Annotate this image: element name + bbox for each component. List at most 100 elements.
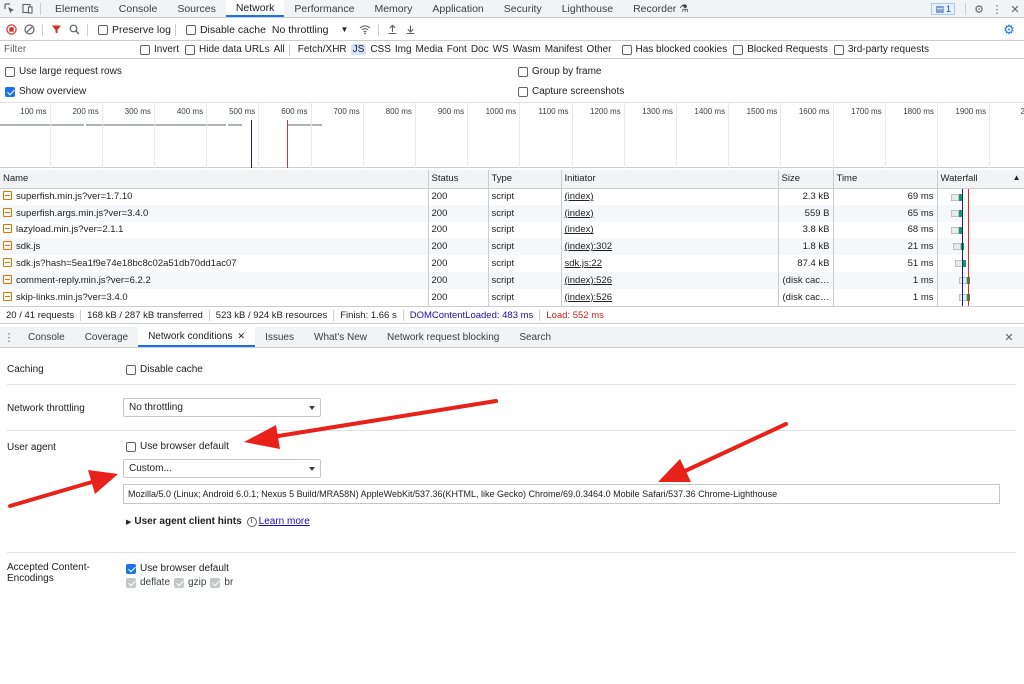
- invert-checkbox[interactable]: Invert: [140, 44, 179, 55]
- encodings-browser-default-checkbox[interactable]: Use browser default: [126, 563, 229, 574]
- table-row[interactable]: skip-links.min.js?ver=3.4.0 200 script (ind…: [0, 288, 1024, 306]
- ua-client-hints-row[interactable]: ▶ User agent client hints i Learn more: [126, 516, 310, 527]
- filter-type-wasm[interactable]: Wasm: [513, 44, 541, 55]
- column-header-waterfall[interactable]: Waterfall ▲: [937, 170, 1024, 189]
- record-stop-icon[interactable]: [2, 21, 20, 39]
- initiator-link[interactable]: (index): [565, 208, 594, 219]
- show-overview-box[interactable]: [5, 86, 15, 97]
- network-throttling-select[interactable]: No throttling: [123, 398, 321, 417]
- ua-browser-default-checkbox[interactable]: Use browser default: [126, 441, 229, 452]
- tab-network[interactable]: Network: [225, 0, 285, 17]
- table-row[interactable]: sdk.js?hash=5ea1f9e74e18bc8c02a51db70dd1…: [0, 255, 1024, 272]
- close-tab-icon[interactable]: ✕: [238, 331, 246, 342]
- table-row[interactable]: superfish.args.min.js?ver=3.4.0 200 script…: [0, 204, 1024, 222]
- column-header-size[interactable]: Size: [778, 170, 834, 189]
- filter-type-media[interactable]: Media: [416, 44, 443, 55]
- filter-funnel-icon[interactable]: [47, 21, 65, 39]
- import-har-icon[interactable]: [383, 21, 401, 39]
- timeline-overview[interactable]: 100 ms 200 ms 300 ms 400 ms 500 ms 600 ms 700 …: [0, 102, 1024, 169]
- ua-browser-default-box[interactable]: [126, 441, 136, 452]
- filter-type-ws[interactable]: WS: [493, 44, 509, 55]
- user-agent-input[interactable]: Mozilla/5.0 (Linux; Android 6.0.1; Nexus…: [123, 484, 1000, 504]
- filter-type-manifest[interactable]: Manifest: [545, 44, 583, 55]
- request-name[interactable]: superfish.args.min.js?ver=3.4.0: [0, 204, 429, 222]
- request-initiator[interactable]: (index): [561, 221, 779, 239]
- initiator-link[interactable]: (index):526: [565, 292, 613, 303]
- filter-type-doc[interactable]: Doc: [471, 44, 489, 55]
- blocked-cookies-box[interactable]: [621, 44, 632, 55]
- request-name[interactable]: sdk.js?hash=5ea1f9e74e18bc8c02a51db70dd1…: [0, 255, 429, 272]
- filter-type-other[interactable]: Other: [586, 44, 611, 55]
- tab-console[interactable]: Console: [109, 0, 168, 17]
- nc-disable-cache-box[interactable]: [126, 364, 136, 375]
- drawer-tab-coverage[interactable]: Coverage: [75, 327, 138, 347]
- tab-sources[interactable]: Sources: [167, 0, 226, 17]
- initiator-link[interactable]: (index):526: [565, 275, 613, 286]
- gzip-box[interactable]: [174, 577, 185, 588]
- close-drawer-icon[interactable]: ✕: [1000, 328, 1018, 346]
- initiator-link[interactable]: (index): [565, 224, 594, 235]
- capture-screenshots-box[interactable]: [518, 86, 528, 97]
- request-initiator[interactable]: (index): [561, 204, 779, 222]
- column-header-status[interactable]: Status: [428, 170, 489, 189]
- user-agent-select[interactable]: Custom...: [123, 459, 321, 478]
- drawer-tab-request-blocking[interactable]: Network request blocking: [377, 327, 509, 347]
- request-name[interactable]: skip-links.min.js?ver=3.4.0: [0, 288, 429, 306]
- tab-recorder[interactable]: Recorder ⚗: [623, 0, 699, 17]
- drawer-tab-issues[interactable]: Issues: [255, 327, 304, 347]
- hide-data-urls-box[interactable]: [185, 44, 196, 55]
- tab-application[interactable]: Application: [422, 0, 493, 17]
- disable-cache-box[interactable]: [185, 24, 196, 35]
- drawer-tab-console[interactable]: Console: [18, 327, 75, 347]
- request-name[interactable]: sdk.js: [0, 238, 429, 256]
- filter-type-js[interactable]: JS: [350, 44, 367, 55]
- learn-more-link[interactable]: Learn more: [259, 516, 310, 527]
- third-party-box[interactable]: [833, 44, 844, 55]
- capture-screenshots-checkbox[interactable]: Capture screenshots: [518, 86, 624, 97]
- drawer-menu-icon[interactable]: ⋮: [0, 328, 18, 346]
- initiator-link[interactable]: sdk.js:22: [565, 258, 603, 269]
- blocked-requests-box[interactable]: [733, 44, 744, 55]
- request-name[interactable]: superfish.min.js?ver=1.7.10: [0, 188, 429, 205]
- hide-data-urls-checkbox[interactable]: Hide data URLs: [185, 44, 270, 55]
- group-by-frame-checkbox[interactable]: Group by frame: [518, 66, 601, 77]
- close-devtools-icon[interactable]: ✕: [1006, 0, 1024, 18]
- third-party-checkbox[interactable]: 3rd-party requests: [833, 44, 929, 55]
- request-initiator[interactable]: (index):526: [561, 288, 779, 306]
- filter-input[interactable]: Filter: [2, 41, 130, 58]
- column-header-name[interactable]: Name: [0, 170, 429, 189]
- search-icon[interactable]: [65, 21, 83, 39]
- tab-elements[interactable]: Elements: [45, 0, 109, 17]
- filter-type-fetch-xhr[interactable]: Fetch/XHR: [298, 44, 347, 55]
- throttling-dropdown[interactable]: No throttling ▼: [272, 24, 349, 36]
- initiator-link[interactable]: (index):302: [565, 241, 613, 252]
- request-initiator[interactable]: sdk.js:22: [561, 255, 779, 272]
- table-row[interactable]: sdk.js 200 script (index):302 1.8 kB 21 ms: [0, 238, 1024, 256]
- request-name[interactable]: comment-reply.min.js?ver=6.2.2: [0, 271, 429, 289]
- request-initiator[interactable]: (index): [561, 188, 779, 205]
- settings-gear-icon[interactable]: ⚙: [970, 0, 988, 18]
- drawer-tab-search[interactable]: Search: [509, 327, 561, 347]
- blocked-requests-checkbox[interactable]: Blocked Requests: [733, 44, 828, 55]
- request-initiator[interactable]: (index):302: [561, 238, 779, 256]
- issues-badge[interactable]: ▤ 1: [931, 3, 955, 15]
- network-settings-gear-icon[interactable]: ⚙: [1000, 21, 1018, 39]
- deflate-box[interactable]: [126, 577, 136, 588]
- table-row[interactable]: superfish.min.js?ver=1.7.10 200 script (ind…: [0, 188, 1024, 205]
- initiator-link[interactable]: (index): [565, 191, 594, 202]
- column-header-initiator[interactable]: Initiator: [561, 170, 779, 189]
- preserve-log-checkbox[interactable]: Preserve log: [98, 24, 171, 36]
- large-rows-box[interactable]: [5, 66, 15, 77]
- show-overview-checkbox[interactable]: Show overview: [5, 86, 86, 97]
- request-initiator[interactable]: (index):526: [561, 271, 779, 289]
- column-header-time[interactable]: Time: [833, 170, 938, 189]
- filter-type-all[interactable]: All: [274, 44, 285, 55]
- table-row[interactable]: comment-reply.min.js?ver=6.2.2 200 script(…: [0, 271, 1024, 289]
- nc-disable-cache-checkbox[interactable]: Disable cache: [126, 364, 203, 375]
- preserve-log-box[interactable]: [98, 24, 108, 35]
- filter-type-css[interactable]: CSS: [370, 44, 391, 55]
- blocked-cookies-checkbox[interactable]: Has blocked cookies: [621, 44, 727, 55]
- clear-icon[interactable]: [20, 21, 38, 39]
- filter-type-img[interactable]: Img: [395, 44, 412, 55]
- more-options-icon[interactable]: ⋮: [988, 0, 1006, 18]
